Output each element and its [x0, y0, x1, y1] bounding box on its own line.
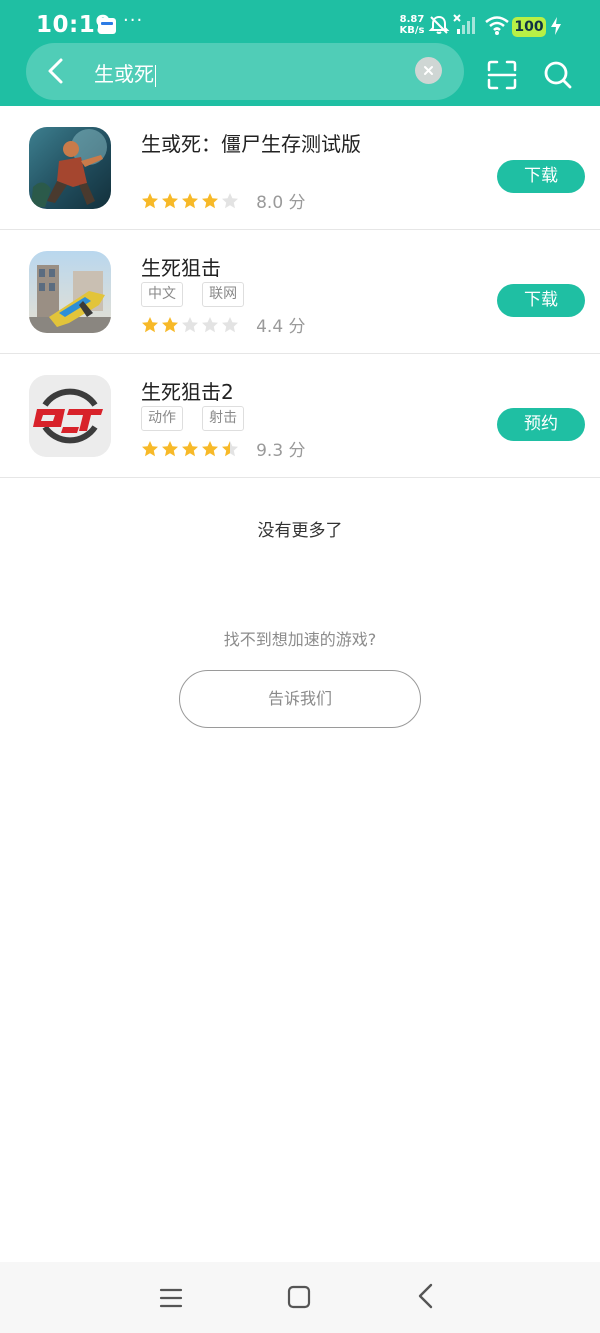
tag: 联网 [202, 282, 245, 307]
battery-level: 100 [512, 17, 546, 37]
star-empty-icon [222, 193, 238, 209]
more-notifications-icon: ··· [123, 10, 144, 31]
star-filled-icon [182, 193, 198, 209]
back-arrow-icon[interactable] [44, 57, 68, 85]
notification-app-icon [98, 18, 116, 34]
app-name: 生或死：僵尸生存测试版 [141, 132, 361, 156]
star-filled-icon [182, 441, 198, 457]
end-of-list-text: 没有更多了 [257, 521, 343, 541]
result-item[interactable]: 生死狙击2 动作 射击 9.3 分 预约 [0, 354, 600, 478]
score: 8.0 分 [256, 193, 306, 213]
nav-back-icon[interactable] [416, 1283, 436, 1309]
result-item[interactable]: 生死狙击 中文 联网 4.4 分 下载 [0, 230, 600, 354]
result-item[interactable]: 生或死：僵尸生存测试版 8.0 分 下载 [0, 106, 600, 230]
star-filled-icon [142, 441, 158, 457]
app-name: 生死狙击 [141, 256, 221, 280]
menu-icon[interactable] [159, 1286, 183, 1310]
app-icon-sniper-2 [29, 375, 111, 457]
scan-icon[interactable] [487, 60, 517, 90]
home-icon[interactable] [287, 1285, 311, 1309]
star-filled-icon [162, 441, 178, 457]
network-speed-unit: KB/s [399, 25, 425, 36]
star-filled-icon [162, 317, 178, 333]
star-empty-icon [222, 317, 238, 333]
search-query: 生或死 [94, 62, 154, 86]
search-input[interactable]: 生或死 [94, 58, 156, 87]
tell-us-button[interactable]: 告诉我们 [179, 670, 421, 728]
close-icon [424, 66, 433, 75]
star-filled-icon [142, 317, 158, 333]
rating: 8.0 分 [141, 188, 306, 213]
star-rating [141, 439, 241, 459]
search-bar[interactable] [26, 43, 464, 100]
star-empty-icon [202, 317, 218, 333]
star-filled-icon [162, 193, 178, 209]
download-button[interactable]: 下载 [497, 284, 585, 317]
star-filled-icon [202, 193, 218, 209]
star-half-icon [222, 441, 238, 457]
search-results-list: 生或死：僵尸生存测试版 8.0 分 下载 生死狙击 中文 联网 4.4 分 下载… [0, 106, 600, 478]
not-found-prompt: 找不到想加速的游戏? [223, 630, 377, 649]
reserve-button[interactable]: 预约 [497, 408, 585, 441]
system-nav-bar [0, 1262, 600, 1333]
tag-list: 动作 射击 [141, 406, 258, 431]
rating: 4.4 分 [141, 312, 306, 337]
text-cursor [155, 64, 156, 87]
wifi-icon [485, 16, 509, 35]
network-speed-value: 8.87 [399, 14, 425, 25]
star-rating [141, 191, 241, 211]
clear-search-button[interactable] [415, 57, 442, 84]
bell-muted-icon [428, 15, 450, 34]
tag: 中文 [141, 282, 183, 307]
star-filled-icon [202, 441, 218, 457]
star-filled-icon [142, 193, 158, 209]
star-empty-icon [182, 317, 198, 333]
download-button[interactable]: 下载 [497, 160, 585, 193]
app-icon-zombie-survival [29, 127, 111, 209]
header-bar: 10:19 ··· 8.87 KB/s 100 生或死 [0, 0, 600, 106]
score: 9.3 分 [256, 441, 306, 461]
app-icon-sniper [29, 251, 111, 333]
tag: 动作 [141, 406, 183, 431]
status-bar: 10:19 ··· 8.87 KB/s 100 [0, 0, 600, 42]
cellular-signal-icon [453, 14, 475, 34]
search-icon[interactable] [543, 60, 573, 90]
tag: 射击 [202, 406, 245, 431]
score: 4.4 分 [256, 317, 306, 337]
tag-list: 中文 联网 [141, 282, 258, 307]
network-speed: 8.87 KB/s [398, 14, 426, 36]
star-rating [141, 315, 241, 335]
charging-icon [551, 17, 561, 35]
app-name: 生死狙击2 [141, 380, 234, 404]
rating: 9.3 分 [141, 436, 306, 461]
